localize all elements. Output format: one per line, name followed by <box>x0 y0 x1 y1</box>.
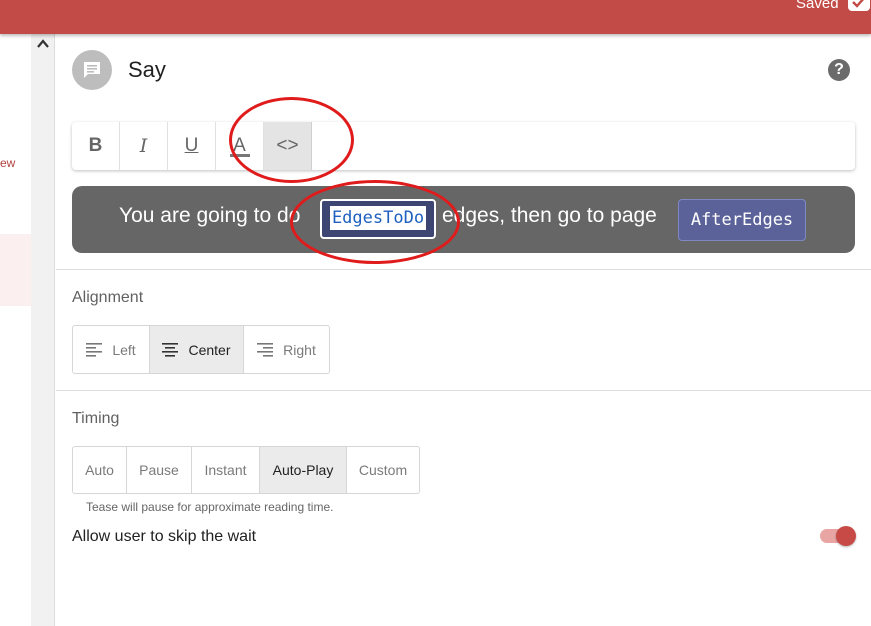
align-left-label: Left <box>112 341 136 358</box>
timing-hint: Tease will pause for approximate reading… <box>86 500 334 514</box>
left-panel-selected-item[interactable] <box>0 234 31 306</box>
timing-label: Timing <box>72 410 120 427</box>
help-circle-icon[interactable]: ? <box>828 59 850 81</box>
align-center-icon <box>162 342 179 357</box>
left-panel-link-fragment[interactable]: ew <box>0 156 15 170</box>
align-left-icon <box>86 342 103 357</box>
bold-button[interactable]: B <box>72 122 120 170</box>
chevron-up-icon[interactable] <box>36 37 50 51</box>
check-icon <box>848 0 870 11</box>
chat-bubble-icon <box>72 50 112 90</box>
alignment-button-group: Left Center Right <box>72 325 330 374</box>
text-color-button[interactable]: A <box>216 122 264 170</box>
timing-auto-button[interactable]: Auto <box>73 447 127 493</box>
formatting-toolbar: B I U A <> <box>72 122 855 170</box>
timing-button-group: Auto Pause Instant Auto-Play Custom <box>72 446 420 494</box>
timing-autoplay-button[interactable]: Auto-Play <box>260 447 347 493</box>
variable-chip-afteredges[interactable]: AfterEdges <box>678 199 806 241</box>
variable-chip-label: EdgesToDo <box>329 206 427 230</box>
timing-instant-button[interactable]: Instant <box>192 447 260 493</box>
align-right-icon <box>257 342 274 357</box>
variable-chip-edgestodo[interactable]: EdgesToDo <box>320 199 436 239</box>
divider <box>56 390 871 391</box>
preview-text-middle: edges, then go to page <box>442 204 657 227</box>
align-right-label: Right <box>283 341 316 358</box>
code-view-button[interactable]: <> <box>264 122 312 170</box>
align-left-button[interactable]: Left <box>73 326 150 373</box>
scrollbar[interactable] <box>31 34 55 626</box>
skip-wait-label: Allow user to skip the wait <box>72 528 257 545</box>
top-bar: Saved <box>0 0 871 34</box>
align-center-label: Center <box>188 341 231 358</box>
timing-custom-button[interactable]: Custom <box>347 447 419 493</box>
toggle-thumb[interactable] <box>836 526 856 546</box>
page-title: Say <box>128 57 166 82</box>
say-editor-page: Saved ew Say ? B I U A <> You are going … <box>0 0 871 626</box>
alignment-label: Alignment <box>72 289 144 306</box>
preview-text-before: You are going to do <box>119 204 301 227</box>
italic-button[interactable]: I <box>120 122 168 170</box>
color-bar <box>230 154 250 157</box>
left-panel: ew <box>0 34 31 626</box>
divider <box>56 269 871 270</box>
saved-status: Saved <box>796 0 839 12</box>
align-right-button[interactable]: Right <box>244 326 329 373</box>
align-center-button[interactable]: Center <box>150 326 244 373</box>
underline-button[interactable]: U <box>168 122 216 170</box>
timing-pause-button[interactable]: Pause <box>127 447 192 493</box>
skip-wait-toggle[interactable] <box>820 526 856 546</box>
